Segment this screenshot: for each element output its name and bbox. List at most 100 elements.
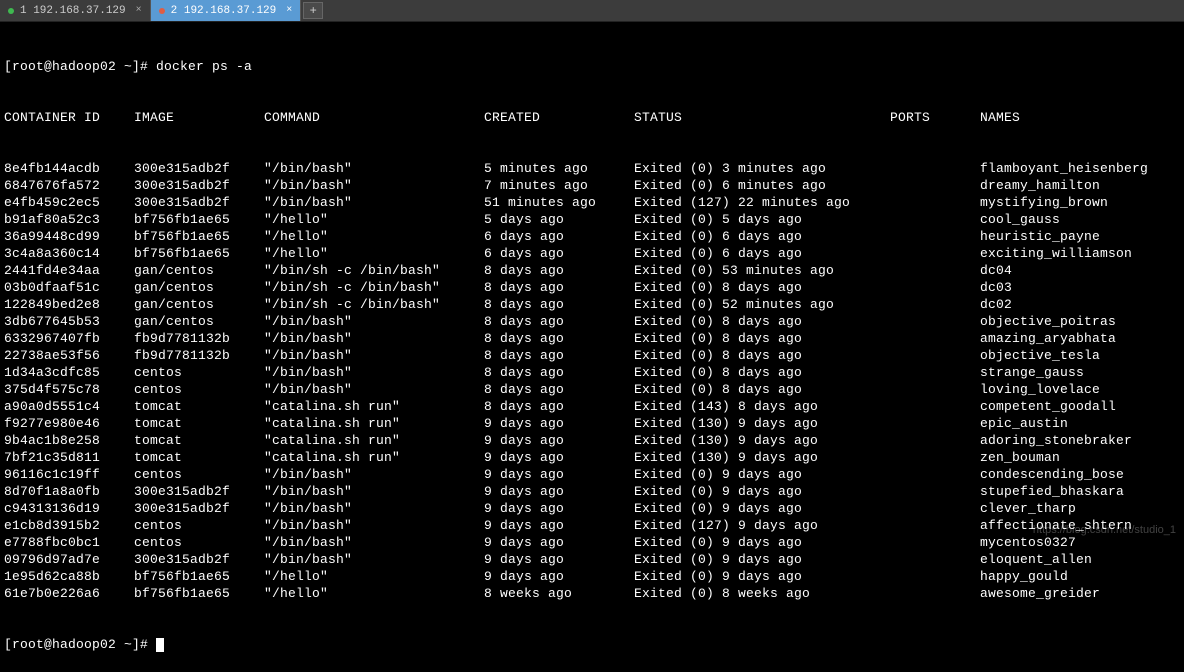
cell-image: tomcat <box>134 449 264 466</box>
cell-created: 8 days ago <box>484 347 634 364</box>
cell-created: 51 minutes ago <box>484 194 634 211</box>
cell-command: "/bin/sh -c /bin/bash" <box>264 279 484 296</box>
cell-status: Exited (0) 52 minutes ago <box>634 296 890 313</box>
cell-names: stupefied_bhaskara <box>980 483 1180 500</box>
cell-names: strange_gauss <box>980 364 1180 381</box>
cell-command: "/hello" <box>264 585 484 602</box>
col-image: IMAGE <box>134 109 264 126</box>
add-tab-button[interactable]: + <box>303 2 323 19</box>
prompt-line: [root@hadoop02 ~]# docker ps -a <box>4 58 1180 75</box>
cell-container-id: b91af80a52c3 <box>4 211 134 228</box>
table-row: 375d4f575c78centos"/bin/bash"8 days agoE… <box>4 381 1180 398</box>
cell-status: Exited (0) 9 days ago <box>634 500 890 517</box>
cell-created: 9 days ago <box>484 415 634 432</box>
table-row: 3db677645b53gan/centos"/bin/bash"8 days … <box>4 313 1180 330</box>
cell-command: "/bin/bash" <box>264 160 484 177</box>
cell-image: 300e315adb2f <box>134 160 264 177</box>
cell-command: "/bin/bash" <box>264 534 484 551</box>
cell-status: Exited (0) 6 days ago <box>634 228 890 245</box>
cell-status: Exited (0) 9 days ago <box>634 483 890 500</box>
prompt-line: [root@hadoop02 ~]# <box>4 636 1180 653</box>
table-row: 122849bed2e8gan/centos"/bin/sh -c /bin/b… <box>4 296 1180 313</box>
cell-container-id: e4fb459c2ec5 <box>4 194 134 211</box>
cell-status: Exited (0) 6 minutes ago <box>634 177 890 194</box>
cell-ports <box>890 432 980 449</box>
cell-image: centos <box>134 381 264 398</box>
cell-created: 8 days ago <box>484 364 634 381</box>
cell-ports <box>890 551 980 568</box>
cell-container-id: e7788fbc0bc1 <box>4 534 134 551</box>
cell-created: 9 days ago <box>484 466 634 483</box>
cell-ports <box>890 160 980 177</box>
cell-ports <box>890 500 980 517</box>
cell-ports <box>890 398 980 415</box>
cell-image: tomcat <box>134 432 264 449</box>
cell-created: 9 days ago <box>484 568 634 585</box>
cell-created: 6 days ago <box>484 228 634 245</box>
cell-container-id: 6332967407fb <box>4 330 134 347</box>
close-icon[interactable]: × <box>286 5 292 16</box>
cell-names: dc04 <box>980 262 1180 279</box>
cell-names: loving_lovelace <box>980 381 1180 398</box>
tab-1[interactable]: 2 192.168.37.129× <box>151 0 302 21</box>
cell-command: "/bin/bash" <box>264 330 484 347</box>
cell-status: Exited (0) 8 weeks ago <box>634 585 890 602</box>
cell-names: heuristic_payne <box>980 228 1180 245</box>
table-row: 6847676fa572300e315adb2f"/bin/bash"7 min… <box>4 177 1180 194</box>
table-row: e4fb459c2ec5300e315adb2f"/bin/bash"51 mi… <box>4 194 1180 211</box>
cell-ports <box>890 347 980 364</box>
tab-0[interactable]: 1 192.168.37.129× <box>0 0 151 21</box>
status-dot-icon <box>159 8 165 14</box>
cell-names: competent_goodall <box>980 398 1180 415</box>
table-row: 09796d97ad7e300e315adb2f"/bin/bash"9 day… <box>4 551 1180 568</box>
cell-command: "/bin/bash" <box>264 381 484 398</box>
cell-names: mycentos0327 <box>980 534 1180 551</box>
cell-command: "catalina.sh run" <box>264 398 484 415</box>
table-row: 22738ae53f56fb9d7781132b"/bin/bash"8 day… <box>4 347 1180 364</box>
cell-names: eloquent_allen <box>980 551 1180 568</box>
cell-container-id: 96116c1c19ff <box>4 466 134 483</box>
cell-image: centos <box>134 364 264 381</box>
cell-command: "/hello" <box>264 245 484 262</box>
cell-command: "catalina.sh run" <box>264 432 484 449</box>
cell-status: Exited (0) 53 minutes ago <box>634 262 890 279</box>
cell-names: happy_gould <box>980 568 1180 585</box>
cell-container-id: 61e7b0e226a6 <box>4 585 134 602</box>
cell-command: "catalina.sh run" <box>264 415 484 432</box>
cell-names: flamboyant_heisenberg <box>980 160 1180 177</box>
cell-status: Exited (0) 8 days ago <box>634 347 890 364</box>
close-icon[interactable]: × <box>136 5 142 16</box>
cell-command: "/bin/bash" <box>264 551 484 568</box>
cell-names: objective_poitras <box>980 313 1180 330</box>
col-status: STATUS <box>634 109 890 126</box>
cell-names: epic_austin <box>980 415 1180 432</box>
cell-status: Exited (143) 8 days ago <box>634 398 890 415</box>
cell-created: 7 minutes ago <box>484 177 634 194</box>
cell-status: Exited (0) 9 days ago <box>634 534 890 551</box>
terminal-output[interactable]: [root@hadoop02 ~]# docker ps -a CONTAINE… <box>0 22 1184 672</box>
cell-image: bf756fb1ae65 <box>134 568 264 585</box>
cell-command: "/bin/bash" <box>264 347 484 364</box>
cell-names: zen_bouman <box>980 449 1180 466</box>
cell-created: 5 minutes ago <box>484 160 634 177</box>
cell-container-id: c94313136d19 <box>4 500 134 517</box>
cell-container-id: 8e4fb144acdb <box>4 160 134 177</box>
cell-container-id: 03b0dfaaf51c <box>4 279 134 296</box>
cell-created: 8 days ago <box>484 398 634 415</box>
table-row: 03b0dfaaf51cgan/centos"/bin/sh -c /bin/b… <box>4 279 1180 296</box>
cell-ports <box>890 483 980 500</box>
tab-bar: 1 192.168.37.129×2 192.168.37.129×+ <box>0 0 1184 22</box>
cell-command: "/bin/bash" <box>264 364 484 381</box>
cell-image: tomcat <box>134 415 264 432</box>
cell-ports <box>890 534 980 551</box>
cell-names: amazing_aryabhata <box>980 330 1180 347</box>
cell-status: Exited (130) 9 days ago <box>634 415 890 432</box>
table-row: f9277e980e46tomcat"catalina.sh run"9 day… <box>4 415 1180 432</box>
cell-created: 8 days ago <box>484 296 634 313</box>
cell-ports <box>890 364 980 381</box>
cell-names: dc02 <box>980 296 1180 313</box>
cell-image: centos <box>134 466 264 483</box>
cell-image: 300e315adb2f <box>134 194 264 211</box>
cell-container-id: a90a0d5551c4 <box>4 398 134 415</box>
cell-command: "/hello" <box>264 211 484 228</box>
